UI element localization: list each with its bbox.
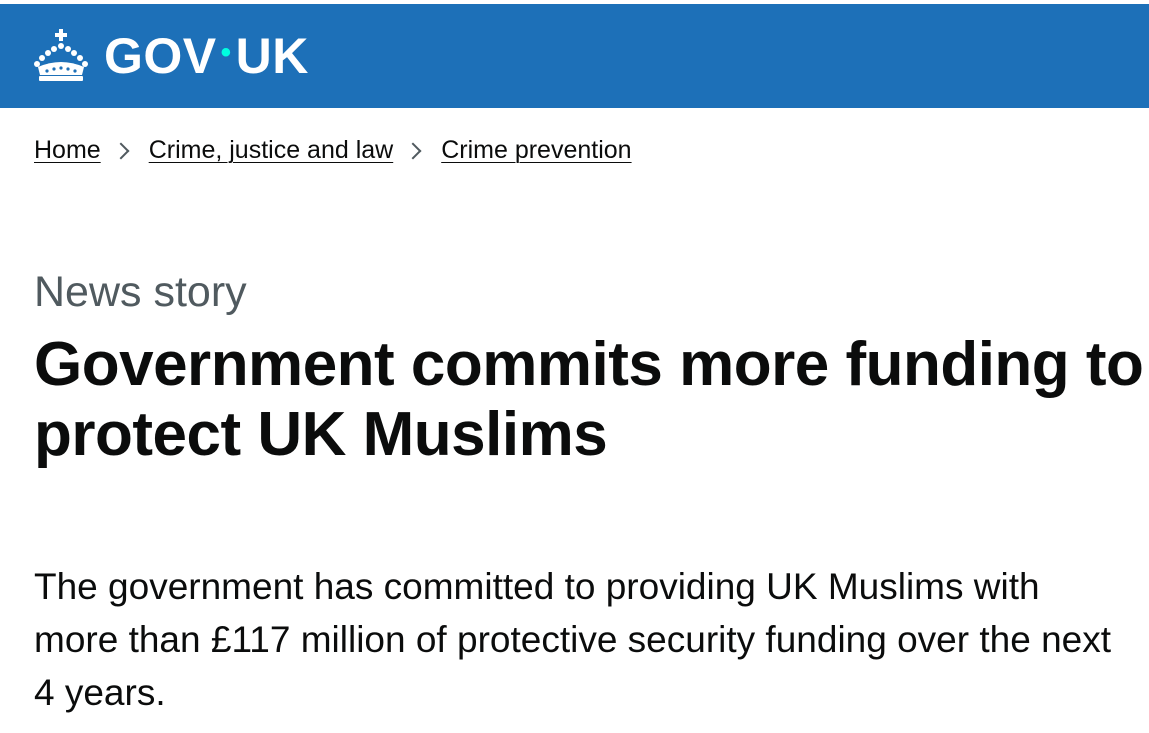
govuk-wordmark: GOV • UK: [104, 27, 309, 85]
crown-icon: [34, 29, 88, 81]
govuk-logo-link[interactable]: GOV • UK: [32, 22, 309, 90]
chevron-right-icon: [112, 142, 130, 159]
breadcrumb-crime-justice-law[interactable]: Crime, justice and law: [149, 136, 394, 165]
page-title: Government commits more funding to prote…: [34, 330, 1144, 469]
page-caption: News story: [34, 268, 247, 316]
wordmark-gov: GOV: [104, 28, 217, 84]
wordmark-dot: •: [220, 36, 232, 69]
site-header: GOV • UK: [0, 4, 1149, 108]
lead-paragraph: The government has committed to providin…: [34, 566, 1112, 713]
breadcrumb-home[interactable]: Home: [34, 136, 101, 165]
chevron-right-icon: [404, 142, 422, 159]
breadcrumb: Home Crime, justice and law Crime preven…: [34, 136, 632, 165]
wordmark-uk: UK: [235, 28, 309, 84]
breadcrumb-crime-prevention[interactable]: Crime prevention: [441, 136, 631, 165]
